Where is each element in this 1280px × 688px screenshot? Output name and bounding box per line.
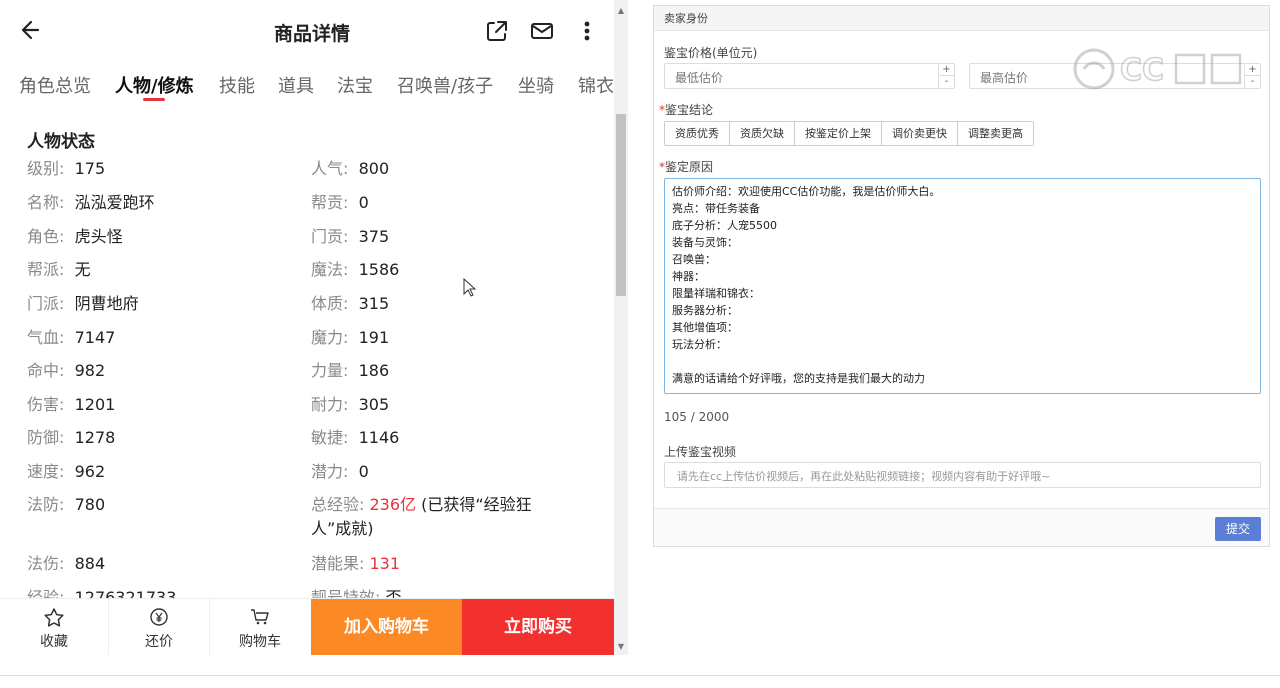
attribute-row: 人气: 800: [311, 159, 390, 178]
tab-skills[interactable]: 技能: [219, 72, 255, 98]
card-footer: 提交: [654, 508, 1269, 546]
attribute-row: 速度: 962: [27, 462, 106, 481]
card-header: 卖家身份: [654, 6, 1269, 31]
add-to-cart-button[interactable]: 加入购物车: [311, 599, 462, 655]
total-exp-row: 总经验: 236亿 (已获得“经验狂: [311, 495, 532, 514]
category-tabs: 角色总览 人物/修炼 技能 道具 法宝 召唤兽/孩子 坐骑 锦衣: [0, 64, 614, 104]
mobile-product-panel: 商品详情 角色总览 人物/修炼 技能 道具 法宝 召唤兽/孩子 坐骑 锦衣 人物…: [0, 0, 628, 655]
tab-mounts[interactable]: 坐骑: [518, 72, 554, 98]
svg-text:CC: CC: [1120, 53, 1164, 88]
tab-treasures[interactable]: 法宝: [337, 72, 373, 98]
min-price-input[interactable]: 最低估价 + -: [664, 63, 955, 89]
attribute-row: 体质: 315: [311, 294, 390, 313]
tab-character-cultivation[interactable]: 人物/修炼: [115, 72, 194, 98]
header-bar: 商品详情: [0, 0, 614, 62]
scroll-up-arrow-icon[interactable]: ▲: [616, 6, 626, 16]
attribute-row: 法伤: 884: [27, 554, 106, 573]
attribute-row: 角色: 虎头怪: [27, 227, 123, 246]
scrollbar-thumb[interactable]: [616, 114, 626, 296]
watermark-logo: CC: [1073, 48, 1242, 90]
share-icon[interactable]: [484, 18, 510, 44]
submit-button[interactable]: 提交: [1215, 517, 1261, 541]
attribute-row: 帮贡: 0: [311, 193, 369, 212]
active-tab-indicator: [143, 98, 165, 101]
attribute-row: 气血: 7147: [27, 328, 116, 347]
total-exp-note: 人”成就): [311, 519, 374, 538]
potential-fruit-row: 潜能果: 131: [311, 554, 401, 573]
conclusion-option[interactable]: 资质优秀: [665, 122, 730, 145]
tab-outfits[interactable]: 锦衣: [578, 72, 614, 98]
attribute-row: 魔法: 1586: [311, 260, 400, 279]
mail-icon[interactable]: [529, 18, 555, 44]
attribute-row: 门派: 阴曹地府: [27, 294, 139, 313]
page-divider: [0, 675, 1280, 676]
star-icon: [44, 608, 64, 627]
video-label: 上传鉴宝视频: [664, 445, 737, 459]
conclusion-option[interactable]: 调价卖更快: [882, 122, 958, 145]
attribute-row: 法防: 780: [27, 495, 106, 514]
price-label: 鉴宝价格(单位元): [664, 46, 758, 60]
favorite-button[interactable]: 收藏: [0, 599, 108, 655]
reason-textarea[interactable]: 估价师介绍：欢迎使用CC估价功能，我是估价师大白。 亮点：带任务装备 底子分析：…: [664, 178, 1261, 394]
conclusion-label: *鉴宝结论: [659, 103, 714, 117]
yen-coin-icon: [150, 608, 168, 626]
mouse-cursor-icon: [463, 278, 477, 297]
attribute-row: 潜力: 0: [311, 462, 369, 481]
attribute-row: 帮派: 无: [27, 260, 91, 279]
bottom-action-bar: 收藏 还价 购物车 加入购物车 立即购买: [0, 598, 614, 655]
attribute-row: 魔力: 191: [311, 328, 390, 347]
attribute-row: 敏捷: 1146: [311, 428, 400, 447]
attribute-row: 命中: 982: [27, 361, 106, 380]
conclusion-option[interactable]: 调整卖更高: [958, 122, 1033, 145]
scrollbar-track[interactable]: [614, 0, 628, 655]
section-title: 人物状态: [27, 132, 95, 152]
buy-now-button[interactable]: 立即购买: [462, 599, 614, 655]
attribute-row: 级别: 175: [27, 159, 106, 178]
char-counter: 105 / 2000: [664, 410, 730, 424]
tab-summons[interactable]: 召唤兽/孩子: [397, 72, 493, 98]
attribute-row: 力量: 186: [311, 361, 390, 380]
conclusion-option[interactable]: 按鉴定价上架: [795, 122, 882, 145]
video-link-input[interactable]: 请先在cc上传估价视频后，再在此处粘贴视频链接；视频内容有助于好评哦~: [664, 462, 1261, 488]
tab-items[interactable]: 道具: [278, 72, 314, 98]
attribute-row: 耐力: 305: [311, 395, 390, 414]
attribute-row: 防御: 1278: [27, 428, 116, 447]
attribute-row: 名称: 泓泓爱跑环: [27, 193, 155, 212]
min-price-stepper[interactable]: + -: [938, 64, 954, 88]
attribute-row: 伤害: 1201: [27, 395, 116, 414]
conclusion-button-group: 资质优秀 资质欠缺 按鉴定价上架 调价卖更快 调整卖更高: [664, 121, 1034, 146]
tab-overview[interactable]: 角色总览: [19, 72, 91, 98]
reason-label: *鉴定原因: [659, 160, 714, 174]
conclusion-option[interactable]: 资质欠缺: [730, 122, 795, 145]
shopping-cart-icon: [251, 609, 269, 625]
attribute-row: 门贡: 375: [311, 227, 390, 246]
more-menu-icon[interactable]: [574, 18, 600, 44]
bargain-button[interactable]: 还价: [109, 599, 209, 655]
cart-button[interactable]: 购物车: [210, 599, 310, 655]
scroll-down-arrow-icon[interactable]: ▼: [616, 642, 626, 652]
